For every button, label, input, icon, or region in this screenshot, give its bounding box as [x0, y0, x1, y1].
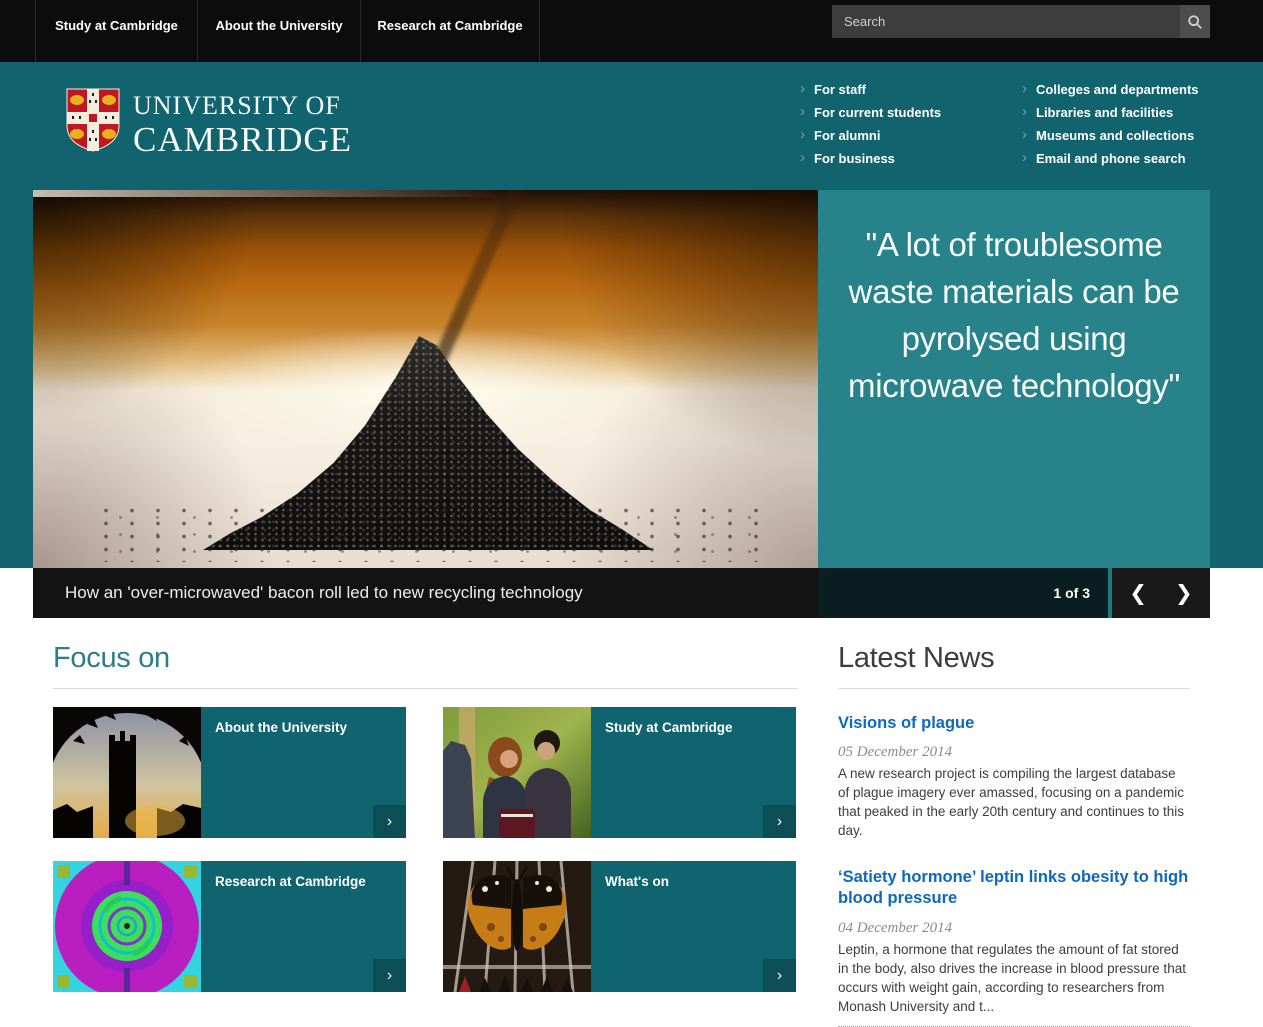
search-button[interactable]: [1180, 5, 1210, 38]
link-museums-and-collections[interactable]: ›Museums and collections: [1022, 124, 1199, 147]
hero-image-scattered-particles: [93, 504, 758, 562]
quick-links-column-2: ›Colleges and departments ›Libraries and…: [1022, 78, 1199, 170]
logo-line-1: UNIVERSITY OF: [133, 92, 352, 119]
university-logo[interactable]: UNIVERSITY OF CAMBRIDGE: [66, 88, 352, 157]
focus-on-section: Focus on: [53, 642, 798, 992]
chevron-right-icon: ›: [1022, 150, 1027, 165]
latest-news-heading: Latest News: [838, 642, 1190, 675]
chevron-right-icon: ›: [800, 81, 805, 96]
whats-on-card-image: [443, 861, 591, 992]
tab-research-at-cambridge[interactable]: Research at Cambridge: [360, 0, 540, 62]
tab-study-at-cambridge[interactable]: Study at Cambridge: [35, 0, 197, 62]
news-item-date: 05 December 2014: [838, 744, 1190, 761]
focus-cards-grid: About the University ›: [53, 707, 798, 992]
chevron-right-icon: ›: [800, 104, 805, 119]
link-email-and-phone-search[interactable]: ›Email and phone search: [1022, 147, 1199, 170]
chevron-right-icon: ›: [1022, 81, 1027, 96]
site-search: [832, 5, 1210, 38]
news-item-title-link[interactable]: ‘Satiety hormone’ leptin links obesity t…: [838, 867, 1190, 910]
chevron-right-icon[interactable]: ›: [763, 959, 796, 992]
study-card-image: [443, 707, 591, 838]
carousel-controls: ❮ ❯: [1112, 568, 1210, 618]
primary-tabs: Study at Cambridge About the University …: [35, 0, 540, 62]
card-body: Research at Cambridge ›: [201, 861, 406, 992]
card-label: About the University: [201, 707, 406, 748]
news-item-summary: A new research project is compiling the …: [838, 765, 1190, 841]
carousel-next-button[interactable]: ❯: [1175, 583, 1193, 604]
logo-wordmark: UNIVERSITY OF CAMBRIDGE: [133, 88, 352, 157]
focus-card-research-at-cambridge[interactable]: Research at Cambridge ›: [53, 861, 406, 992]
divider: [53, 688, 798, 689]
chevron-right-icon[interactable]: ›: [373, 805, 406, 838]
hero-carousel-image: [33, 190, 818, 568]
chevron-right-icon: ❯: [1175, 581, 1193, 605]
link-for-alumni[interactable]: ›For alumni: [800, 124, 941, 147]
search-icon: [1187, 14, 1203, 30]
logo-line-2: CAMBRIDGE: [133, 122, 352, 157]
card-label: Research at Cambridge: [201, 861, 406, 902]
carousel-caption-link[interactable]: How an 'over-microwaved' bacon roll led …: [33, 568, 818, 618]
header-band: UNIVERSITY OF CAMBRIDGE ›For staff ›For …: [0, 62, 1263, 568]
link-libraries-and-facilities[interactable]: ›Libraries and facilities: [1022, 101, 1199, 124]
quick-links-column-1: ›For staff ›For current students ›For al…: [800, 78, 941, 170]
tab-about-the-university[interactable]: About the University: [197, 0, 360, 62]
card-label: Study at Cambridge: [591, 707, 796, 748]
link-for-staff[interactable]: ›For staff: [800, 78, 941, 101]
search-input[interactable]: [832, 5, 1180, 38]
carousel-prev-button[interactable]: ❮: [1129, 583, 1147, 604]
cambridge-crest-icon: [66, 88, 120, 152]
chevron-right-icon: ›: [800, 127, 805, 142]
latest-news-section: Latest News Visions of plague 05 Decembe…: [838, 642, 1190, 1027]
link-for-business[interactable]: ›For business: [800, 147, 941, 170]
focus-on-heading: Focus on: [53, 642, 798, 675]
chevron-right-icon[interactable]: ›: [373, 959, 406, 992]
card-body: Study at Cambridge ›: [591, 707, 796, 838]
hero-image-highlight: [33, 190, 504, 197]
focus-card-whats-on[interactable]: What's on ›: [443, 861, 796, 992]
news-item: Visions of plague 05 December 2014 A new…: [838, 713, 1190, 841]
main-content: Focus on: [0, 618, 1263, 1007]
link-for-current-students[interactable]: ›For current students: [800, 101, 941, 124]
news-item-title-link[interactable]: Visions of plague: [838, 713, 1190, 734]
news-item-summary: Leptin, a hormone that regulates the amo…: [838, 941, 1190, 1017]
carousel-caption-bar: How an 'over-microwaved' bacon roll led …: [0, 568, 1263, 618]
card-body: What's on ›: [591, 861, 796, 992]
chevron-left-icon: ❮: [1129, 581, 1147, 605]
hero-quote-text: "A lot of troublesome waste materials ca…: [842, 222, 1186, 409]
hero-quote-panel: "A lot of troublesome waste materials ca…: [818, 190, 1210, 568]
chevron-right-icon: ›: [800, 150, 805, 165]
focus-card-about-the-university[interactable]: About the University ›: [53, 707, 406, 838]
card-body: About the University ›: [201, 707, 406, 838]
research-card-image: [53, 861, 201, 992]
focus-card-study-at-cambridge[interactable]: Study at Cambridge ›: [443, 707, 796, 838]
about-card-image: [53, 707, 201, 838]
chevron-right-icon: ›: [1022, 127, 1027, 142]
card-label: What's on: [591, 861, 796, 902]
chevron-right-icon[interactable]: ›: [763, 805, 796, 838]
top-navigation-bar: Study at Cambridge About the University …: [0, 0, 1263, 62]
divider: [838, 688, 1190, 689]
news-item-date: 04 December 2014: [838, 920, 1190, 937]
news-item: ‘Satiety hormone’ leptin links obesity t…: [838, 867, 1190, 1027]
chevron-right-icon: ›: [1022, 104, 1027, 119]
link-colleges-and-departments[interactable]: ›Colleges and departments: [1022, 78, 1199, 101]
carousel-position-indicator: 1 of 3: [818, 568, 1108, 618]
